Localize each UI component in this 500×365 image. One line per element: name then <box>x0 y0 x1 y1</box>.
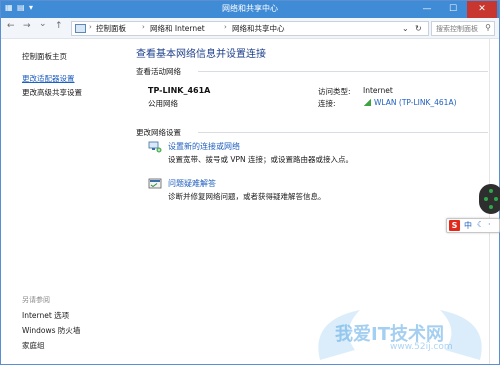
sidebar-link-change-adapter-settings[interactable]: 更改适配器设置 <box>22 73 75 84</box>
network-name: TP-LINK_461A <box>148 86 211 95</box>
breadcrumb-network-internet[interactable]: 网络和 Internet <box>150 23 205 34</box>
breadcrumb-separator[interactable]: › <box>142 23 145 31</box>
forward-arrow-icon[interactable]: → <box>23 21 31 31</box>
breadcrumb-control-panel[interactable]: 控制面板 <box>96 23 126 34</box>
setup-new-connection-link[interactable]: 设置新的连接或网络 <box>168 141 240 152</box>
breadcrumb-separator: › <box>89 23 92 31</box>
ime-toolbar[interactable]: S 中 ☾ · <box>446 218 500 233</box>
address-bar-row: ← → ⌄ ↑ › 控制面板 › 网络和 Internet › 网络和共享中心 … <box>1 18 499 39</box>
see-also-windows-firewall[interactable]: Windows 防火墙 <box>22 325 80 336</box>
maximize-button[interactable]: ☐ <box>441 1 465 18</box>
access-type-label: 访问类型: <box>318 87 351 96</box>
minimize-button[interactable]: — <box>415 1 439 18</box>
change-settings-title: 更改网络设置 <box>136 128 181 137</box>
ime-moon-icon[interactable]: ☾ <box>477 220 484 229</box>
troubleshoot-problems-description: 诊断并修复网络问题，或者获得疑难解答信息。 <box>168 192 326 201</box>
connection-value[interactable]: WLAN (TP-LINK_461A) <box>363 98 457 107</box>
recent-locations-chevron-icon[interactable]: ⌄ <box>39 19 47 29</box>
status-dot-icon <box>489 205 493 209</box>
page-title: 查看基本网络信息并设置连接 <box>136 49 266 60</box>
floating-assistant-ball[interactable] <box>479 184 500 214</box>
section-divider <box>198 71 488 72</box>
left-sidebar: 控制面板主页 更改适配器设置 更改高级共享设置 另请参阅 Internet 选项… <box>1 39 118 364</box>
sidebar-link-advanced-sharing[interactable]: 更改高级共享设置 <box>22 87 82 98</box>
connection-label: 连接: <box>318 99 336 108</box>
see-also-homegroup[interactable]: 家庭组 <box>22 340 45 351</box>
up-arrow-icon[interactable]: ↑ <box>55 21 63 31</box>
see-also-heading: 另请参阅 <box>22 296 50 304</box>
troubleshoot-problems-link[interactable]: 问题疑难解答 <box>168 178 216 189</box>
refresh-icon[interactable]: ↻ <box>415 24 422 33</box>
see-also-internet-options[interactable]: Internet 选项 <box>22 310 69 321</box>
breadcrumb-network-sharing-center[interactable]: 网络和共享中心 <box>232 23 285 34</box>
watermark-url: www.52ij.com <box>390 342 453 352</box>
setup-new-connection-description: 设置宽带、拨号或 VPN 连接；或设置路由器或接入点。 <box>168 155 354 164</box>
search-icon[interactable]: ⚲ <box>485 23 491 32</box>
network-setup-icon <box>148 141 162 153</box>
back-arrow-icon[interactable]: ← <box>7 21 15 31</box>
search-placeholder: 搜索控制面板 <box>436 25 478 33</box>
status-dot-icon <box>484 197 488 201</box>
access-type-value: Internet <box>363 86 393 95</box>
address-input[interactable]: › 控制面板 › 网络和 Internet › 网络和共享中心 ⌄ ↻ <box>71 21 429 36</box>
search-input[interactable]: 搜索控制面板 ⚲ <box>431 21 495 36</box>
troubleshoot-icon <box>148 178 162 189</box>
wifi-signal-icon <box>363 99 371 106</box>
status-dot-icon <box>489 189 493 193</box>
sidebar-link-control-panel-home[interactable]: 控制面板主页 <box>22 51 67 62</box>
status-dot-icon <box>494 197 498 201</box>
address-dropdown-icon[interactable]: ⌄ <box>402 24 409 33</box>
ime-punctuation-icon[interactable]: · <box>488 220 491 229</box>
control-panel-icon <box>75 24 86 33</box>
section-divider <box>198 132 488 133</box>
sogou-logo-icon[interactable]: S <box>449 220 460 231</box>
network-type-link[interactable]: 公用网络 <box>148 98 178 109</box>
title-bar[interactable]: ▦ ▤ ▾ 网络和共享中心 — ☐ ✕ <box>1 1 499 18</box>
close-button[interactable]: ✕ <box>467 1 497 18</box>
connection-link[interactable]: WLAN (TP-LINK_461A) <box>374 98 457 107</box>
breadcrumb-separator[interactable]: › <box>224 23 227 31</box>
site-watermark: 我爱IT技术网 www.52ij.com <box>300 290 500 365</box>
ime-mode-chinese[interactable]: 中 <box>464 220 472 231</box>
active-networks-title: 查看活动网络 <box>136 67 181 76</box>
